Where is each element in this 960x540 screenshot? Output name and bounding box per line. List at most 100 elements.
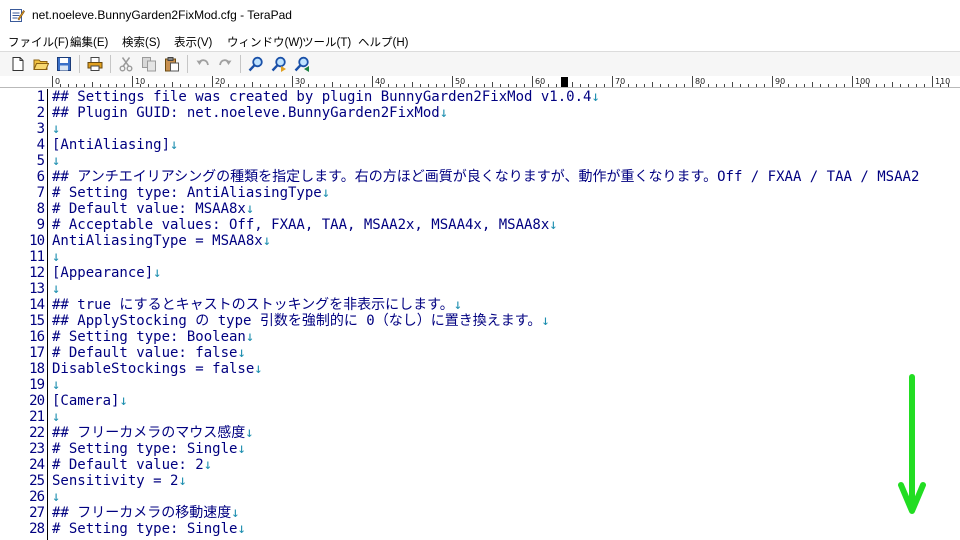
menu-view[interactable]: 表示(V) [174, 34, 212, 50]
ruler-label: 110 [935, 77, 950, 86]
line-text: # Setting type: AntiAliasingType [52, 185, 322, 201]
text-line[interactable]: 7 # Setting type: AntiAliasingType↓ [0, 185, 960, 201]
line-number: 21 [29, 409, 45, 425]
text-line[interactable]: 21 ↓ [0, 409, 960, 425]
line-number: 17 [29, 345, 45, 361]
menu-window[interactable]: ウィンドウ(W) [227, 34, 303, 50]
toolbar-separator [110, 55, 111, 73]
line-number: 7 [36, 185, 45, 201]
line-content: # Setting type: AntiAliasingType↓ [52, 185, 330, 201]
menu-search[interactable]: 検索(S) [122, 34, 160, 50]
ruler-label: 30 [295, 77, 305, 86]
line-text: [Appearance] [52, 265, 154, 281]
line-number: 20 [29, 393, 45, 409]
find-prev-button[interactable] [292, 54, 312, 74]
line-break-mark: ↓ [52, 281, 61, 297]
line-number: 16 [29, 329, 45, 345]
menu-file[interactable]: ファイル(F) [8, 34, 69, 50]
menu-tools[interactable]: ツール(T) [302, 34, 351, 50]
text-line[interactable]: 11 ↓ [0, 249, 960, 265]
new-file-icon [12, 57, 24, 71]
line-text: # Default value: false [52, 345, 238, 361]
line-number: 24 [29, 457, 45, 473]
text-line[interactable]: 20 [Camera]↓ [0, 393, 960, 409]
text-line[interactable]: 23 # Setting type: Single↓ [0, 441, 960, 457]
text-line[interactable]: 5 ↓ [0, 153, 960, 169]
text-line[interactable]: 3 ↓ [0, 121, 960, 137]
undo-button[interactable] [193, 54, 213, 74]
line-text: ## ApplyStocking の type 引数を強制的に 0（なし）に置き… [52, 313, 542, 329]
text-line[interactable]: 14 ## true にするとキャストのストッキングを非表示にします。↓ [0, 297, 960, 313]
line-break-mark: ↓ [203, 457, 213, 473]
copy-button[interactable] [139, 54, 159, 74]
text-line[interactable]: 4 [AntiAliasing]↓ [0, 137, 960, 153]
text-line[interactable]: 13 ↓ [0, 281, 960, 297]
text-line[interactable]: 6 ## アンチエイリアシングの種類を指定します。右の方ほど画質が良くなりますが、… [0, 169, 960, 185]
toolbar-separator [187, 55, 188, 73]
menu-edit[interactable]: 編集(E) [70, 34, 108, 50]
ruler-label: 20 [215, 77, 225, 86]
text-line[interactable]: 28 # Setting type: Single↓ [0, 521, 960, 537]
find-next-button[interactable] [269, 54, 289, 74]
line-number: 4 [36, 137, 45, 153]
find-button[interactable] [246, 54, 266, 74]
text-line[interactable]: 2 ## Plugin GUID: net.noeleve.BunnyGarden… [0, 105, 960, 121]
line-number: 19 [29, 377, 45, 393]
ruler-label: 10 [135, 77, 145, 86]
text-line[interactable]: 22 ## フリーカメラのマウス感度↓ [0, 425, 960, 441]
line-number: 25 [29, 473, 45, 489]
line-number: 8 [36, 201, 45, 217]
text-line[interactable]: 15 ## ApplyStocking の type 引数を強制的に 0（なし）に… [0, 313, 960, 329]
line-break-mark: ↓ [52, 153, 61, 169]
paste-button[interactable] [162, 54, 182, 74]
line-text: AntiAliasingType = MSAA8x [52, 233, 263, 249]
line-text: ## アンチエイリアシングの種類を指定します。右の方ほど画質が良くなりますが、動… [52, 169, 920, 185]
text-editor[interactable]: 1 ## Settings file was created by plugin … [0, 89, 960, 540]
ruler-label: 70 [615, 77, 625, 86]
text-line[interactable]: 18 DisableStockings = false↓ [0, 361, 960, 377]
toolbar [0, 52, 960, 76]
line-number: 9 [36, 217, 45, 233]
save-button[interactable] [54, 54, 74, 74]
line-text: # Setting type: Boolean [52, 329, 246, 345]
ruler-label: 40 [375, 77, 385, 86]
line-text: ## Settings file was created by plugin B… [52, 89, 592, 105]
line-break-mark: ↓ [237, 521, 246, 537]
line-break-mark: ↓ [52, 377, 61, 393]
print-button[interactable] [85, 54, 105, 74]
print-icon [87, 57, 103, 71]
text-line[interactable]: 8 # Default value: MSAA8x↓ [0, 201, 960, 217]
text-line[interactable]: 25 Sensitivity = 2↓ [0, 473, 960, 489]
text-line[interactable]: 12 [Appearance]↓ [0, 265, 960, 281]
text-line[interactable]: 17 # Default value: false↓ [0, 345, 960, 361]
text-line[interactable]: 26 ↓ [0, 489, 960, 505]
line-content: ## フリーカメラの移動速度↓ [52, 505, 240, 521]
text-line[interactable]: 9 # Acceptable values: Off, FXAA, TAA, MS… [0, 217, 960, 233]
line-content: ## フリーカメラのマウス感度↓ [52, 425, 254, 441]
text-line[interactable]: 16 # Setting type: Boolean↓ [0, 329, 960, 345]
line-break-mark: ↓ [178, 473, 187, 489]
line-text: # Default value: 2 [52, 457, 204, 473]
text-line[interactable]: 27 ## フリーカメラの移動速度↓ [0, 505, 960, 521]
line-text: # Setting type: Single [52, 441, 238, 457]
redo-button[interactable] [215, 54, 235, 74]
line-content: # Setting type: Single↓ [52, 441, 246, 457]
line-text: # Default value: MSAA8x [52, 201, 246, 217]
open-button[interactable] [31, 54, 51, 74]
line-number: 28 [29, 521, 45, 537]
text-line[interactable]: 24 # Default value: 2↓ [0, 457, 960, 473]
menu-help[interactable]: ヘルプ(H) [358, 34, 408, 50]
text-line[interactable]: 19 ↓ [0, 377, 960, 393]
text-line[interactable]: 1 ## Settings file was created by plugin … [0, 89, 960, 105]
line-content: ## ApplyStocking の type 引数を強制的に 0（なし）に置き… [52, 313, 550, 329]
line-content: # Default value: false↓ [52, 345, 246, 361]
line-content: ## true にするとキャストのストッキングを非表示にします。↓ [52, 297, 462, 313]
line-number: 13 [29, 281, 45, 297]
window-title: net.noeleve.BunnyGarden2FixMod.cfg - Ter… [32, 8, 292, 22]
title-bar: net.noeleve.BunnyGarden2FixMod.cfg - Ter… [0, 0, 960, 31]
text-line[interactable]: 10 AntiAliasingType = MSAA8x↓ [0, 233, 960, 249]
line-number: 18 [29, 361, 45, 377]
ruler-label: 50 [455, 77, 465, 86]
cut-button[interactable] [116, 54, 136, 74]
new-file-button[interactable] [8, 54, 28, 74]
